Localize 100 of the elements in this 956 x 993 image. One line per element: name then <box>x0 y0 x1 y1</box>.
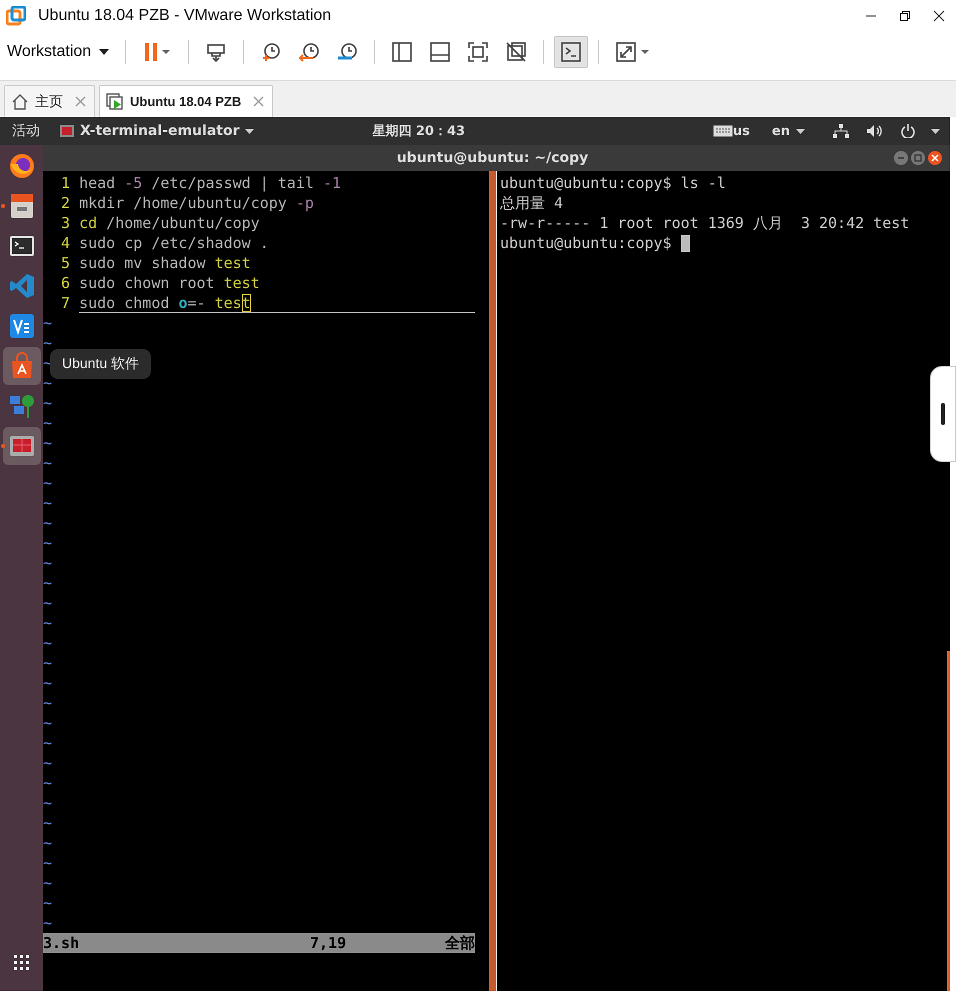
line-number: 5 <box>60 253 70 273</box>
code-line: sudo chown root test <box>79 273 261 293</box>
status-file-name: 3.sh <box>43 933 80 953</box>
code-line: sudo cp /etc/shadow . <box>79 233 270 253</box>
empty-line-marker: ~ <box>43 433 54 453</box>
tooltip: Ubuntu 软件 <box>50 349 152 379</box>
empty-line-marker: ~ <box>43 793 54 813</box>
network-icon[interactable] <box>833 124 849 138</box>
close-icon <box>253 96 264 107</box>
terminal-line: -rw-r----- 1 root root 1369 八月 3 20:42 test <box>500 213 910 233</box>
monitor-app-icon <box>60 125 74 137</box>
pause-icon <box>142 41 172 63</box>
empty-line-marker: ~ <box>43 453 54 473</box>
empty-line-marker: ~ <box>43 673 54 693</box>
empty-line-marker: ~ <box>43 553 54 573</box>
power-icon[interactable] <box>901 124 915 138</box>
dock-item[interactable] <box>2 347 40 385</box>
empty-line-marker: ~ <box>43 313 54 333</box>
code-line: cd /home/ubuntu/copy <box>79 213 261 233</box>
code-editor-icon <box>8 272 36 300</box>
caret-icon <box>796 128 805 134</box>
empty-line-marker: ~ <box>43 813 54 833</box>
empty-line-marker: ~ <box>43 913 54 933</box>
empty-line-marker: ~ <box>43 753 54 773</box>
line-number: 4 <box>60 233 70 253</box>
line-number: 6 <box>60 273 70 293</box>
close-icon <box>933 10 945 22</box>
line-number: 7 <box>60 293 70 313</box>
tab[interactable]: Ubuntu 18.04 PZB <box>99 85 274 117</box>
terminal-line: 总用量 4 <box>500 193 564 213</box>
fullscreen-icon <box>467 41 490 63</box>
code-line: mkdir /home/ubuntu/copy -p <box>79 193 315 213</box>
empty-line-marker: ~ <box>43 413 54 433</box>
terminal-line: ubuntu@ubuntu:copy$ <box>500 233 672 253</box>
code-line: sudo mv shadow test <box>79 253 252 273</box>
scrollbar[interactable] <box>947 651 950 991</box>
keyboard-icon <box>712 125 733 137</box>
empty-line-marker: ~ <box>43 633 54 653</box>
clock[interactable]: 星期四 20：43 <box>254 122 713 140</box>
terminal-cursor <box>680 234 690 252</box>
empty-line-marker: ~ <box>43 513 54 533</box>
empty-line-marker: ~ <box>43 493 54 513</box>
empty-line-marker: ~ <box>43 733 54 753</box>
firefox-icon <box>8 152 36 180</box>
clock-plus-icon <box>260 41 282 63</box>
caret-icon[interactable] <box>931 128 940 134</box>
maximize-icon <box>899 10 911 22</box>
caret-icon <box>99 49 110 55</box>
crossed-window-icon <box>505 41 528 63</box>
status-scroll-position: 全部 <box>445 933 475 953</box>
terminal-line: ubuntu@ubuntu:copy$ ls -l <box>500 173 726 193</box>
empty-line-marker: ~ <box>43 573 54 593</box>
bottom-panel-icon <box>429 41 452 63</box>
empty-line-marker: ~ <box>43 593 54 613</box>
language-menu[interactable]: en <box>772 124 805 138</box>
minimize-button[interactable] <box>894 151 908 165</box>
empty-line-marker: ~ <box>43 713 54 733</box>
empty-line-marker: ~ <box>43 693 54 713</box>
console-icon <box>560 41 582 63</box>
tab[interactable]: 主页 <box>4 85 95 117</box>
network-computers-icon <box>8 392 36 420</box>
workstation-menu[interactable]: Workstation <box>7 37 118 67</box>
code-line: sudo chmod o=- test <box>79 293 475 313</box>
close-button[interactable] <box>928 151 942 165</box>
empty-line-marker: ~ <box>43 833 54 853</box>
line-number: 3 <box>60 213 70 233</box>
code-line: head -5 /etc/passwd | tail -1 <box>79 173 342 193</box>
stretch-icon <box>615 41 652 63</box>
empty-line-marker: ~ <box>43 533 54 553</box>
caret-icon <box>245 128 254 134</box>
status-cursor-position: 7,19 <box>310 933 348 953</box>
empty-line-marker: ~ <box>43 473 54 493</box>
home-icon <box>11 92 29 110</box>
empty-line-marker: ~ <box>43 853 54 873</box>
terminal-title: ubuntu@ubuntu: ~/copy <box>396 150 590 166</box>
vnc-icon <box>8 312 36 340</box>
window-title: Ubuntu 18.04 PZB - VMware Workstation <box>38 7 332 25</box>
line-number: 1 <box>60 173 70 193</box>
app-menu[interactable]: X-terminal-emulator <box>60 123 254 139</box>
empty-line-marker: ~ <box>43 653 54 673</box>
console-button[interactable] <box>554 36 588 68</box>
empty-line-marker: ~ <box>43 893 54 913</box>
clock-arrow-icon <box>298 41 320 63</box>
keyboard-layout-indicator[interactable]: us <box>712 124 750 138</box>
maximize-icon <box>913 153 923 163</box>
grid-icon <box>14 954 29 970</box>
close-icon <box>930 153 940 163</box>
empty-line-marker: ~ <box>43 873 54 893</box>
dock-item[interactable] <box>2 427 40 465</box>
sidebar-icon <box>391 41 414 63</box>
close-icon <box>75 96 86 107</box>
volume-icon[interactable] <box>867 124 883 138</box>
side-panel-handle[interactable] <box>930 366 956 462</box>
vm-play-icon <box>106 92 124 110</box>
activities-button[interactable]: 活动 <box>12 122 40 140</box>
empty-line-marker: ~ <box>43 393 54 413</box>
empty-line-marker: ~ <box>43 613 54 633</box>
line-number: 2 <box>60 193 70 213</box>
vmware-logo-icon <box>6 6 26 26</box>
empty-line-marker: ~ <box>43 773 54 793</box>
